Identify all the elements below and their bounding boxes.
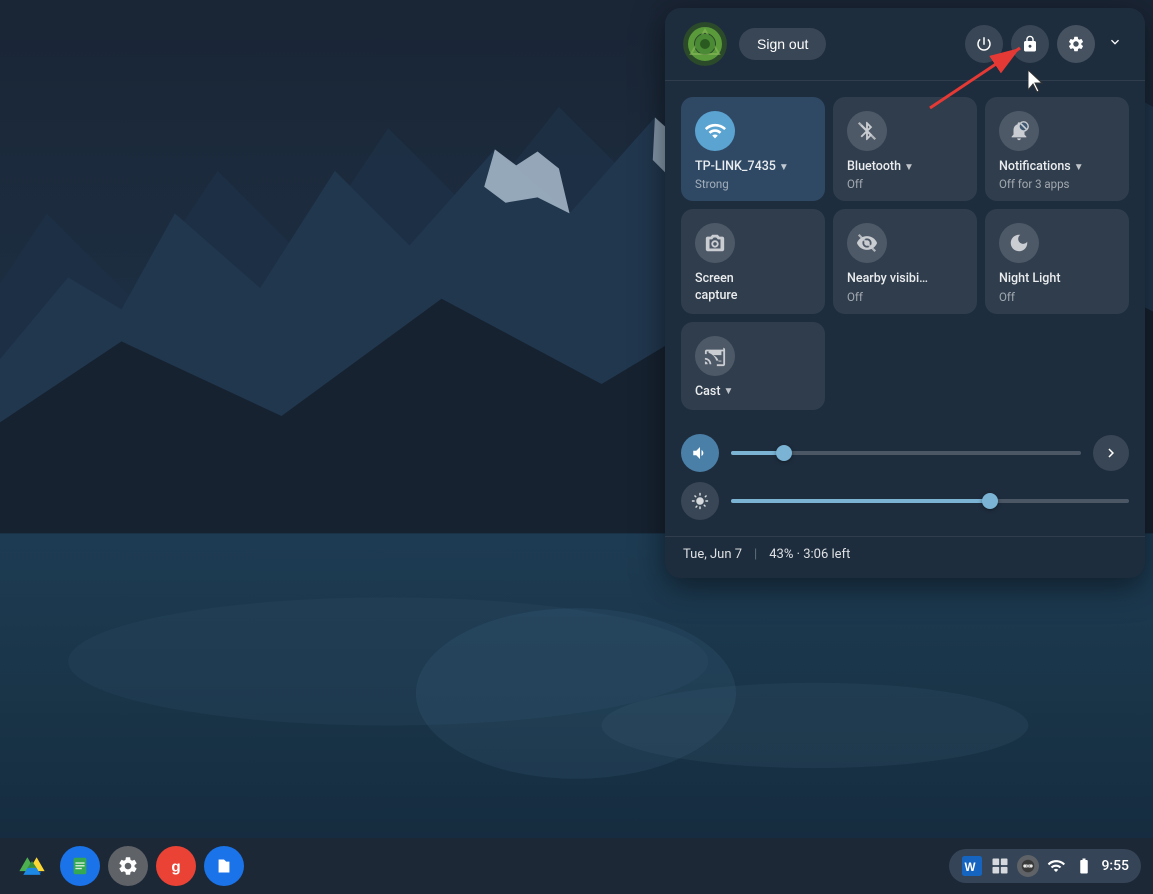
wifi-icon	[695, 111, 735, 151]
taskbar-apps: g	[12, 846, 244, 886]
svg-text:g: g	[171, 858, 180, 875]
screen-capture-icon	[695, 223, 735, 263]
night-light-sublabel: Off	[999, 290, 1015, 304]
avatar	[683, 22, 727, 66]
cast-tile[interactable]: Cast ▼	[681, 322, 825, 410]
night-light-icon	[999, 223, 1039, 263]
tile-placeholder-1	[833, 322, 977, 410]
brightness-fill	[731, 499, 990, 503]
footer-date: Tue, Jun 7	[683, 547, 742, 562]
taskbar-launcher-icon[interactable]	[1017, 855, 1039, 877]
wifi-tile[interactable]: TP-LINK_7435 ▼ Strong	[681, 97, 825, 201]
volume-slider-row	[681, 434, 1129, 472]
notifications-icon	[999, 111, 1039, 151]
volume-button[interactable]	[681, 434, 719, 472]
quick-settings-header: Sign out	[665, 8, 1145, 81]
footer-separator: |	[754, 547, 757, 562]
power-button[interactable]	[965, 25, 1003, 63]
screen-capture-label: Screencapture	[695, 271, 737, 304]
wifi-label: TP-LINK_7435	[695, 159, 776, 175]
bluetooth-sublabel: Off	[847, 177, 863, 191]
footer-battery: 43% · 3:06 left	[769, 547, 850, 562]
taskbar-files[interactable]	[204, 846, 244, 886]
taskbar-switch-icon[interactable]	[989, 855, 1011, 877]
taskbar-right: W	[949, 849, 1141, 883]
brightness-track[interactable]	[731, 499, 1129, 503]
settings-button[interactable]	[1057, 25, 1095, 63]
header-icons	[965, 25, 1127, 63]
brightness-thumb[interactable]	[982, 493, 998, 509]
quick-tiles-grid: TP-LINK_7435 ▼ Strong Bluetooth ▼ Off	[665, 81, 1145, 322]
taskbar-sheets[interactable]	[60, 846, 100, 886]
collapse-button[interactable]	[1103, 30, 1127, 59]
nearby-label: Nearby visibi…	[847, 271, 928, 287]
volume-expand-button[interactable]	[1093, 435, 1129, 471]
cast-label: Cast	[695, 384, 721, 400]
nearby-sublabel: Off	[847, 290, 863, 304]
quick-settings-panel: Sign out	[665, 8, 1145, 578]
taskbar-word-icon[interactable]: W	[961, 855, 983, 877]
brightness-slider-row	[681, 482, 1129, 520]
tile-placeholder-2	[985, 322, 1129, 410]
cast-icon	[695, 336, 735, 376]
screen-capture-tile[interactable]: Screencapture	[681, 209, 825, 314]
taskbar-settings[interactable]	[108, 846, 148, 886]
nearby-tile[interactable]: Nearby visibi… Off	[833, 209, 977, 314]
taskbar-google[interactable]: g	[156, 846, 196, 886]
system-tray: W	[949, 849, 1141, 883]
taskbar-battery-icon	[1073, 855, 1095, 877]
taskbar-google-drive[interactable]	[12, 846, 52, 886]
taskbar-time: 9:55	[1101, 858, 1129, 874]
sliders-section	[665, 426, 1145, 536]
nearby-icon	[847, 223, 887, 263]
notifications-sublabel: Off for 3 apps	[999, 177, 1070, 191]
lock-button[interactable]	[1011, 25, 1049, 63]
quick-settings-footer: Tue, Jun 7 | 43% · 3:06 left	[665, 536, 1145, 578]
taskbar: g W	[0, 838, 1153, 894]
bluetooth-label: Bluetooth	[847, 159, 901, 175]
wifi-sublabel: Strong	[695, 177, 729, 191]
volume-thumb[interactable]	[776, 445, 792, 461]
night-light-label: Night Light	[999, 271, 1061, 287]
notifications-label: Notifications	[999, 159, 1071, 175]
notifications-tile[interactable]: Notifications ▼ Off for 3 apps	[985, 97, 1129, 201]
bluetooth-tile[interactable]: Bluetooth ▼ Off	[833, 97, 977, 201]
volume-track[interactable]	[731, 451, 1081, 455]
night-light-tile[interactable]: Night Light Off	[985, 209, 1129, 314]
sign-out-button[interactable]: Sign out	[739, 28, 826, 60]
svg-text:W: W	[965, 861, 976, 874]
brightness-button[interactable]	[681, 482, 719, 520]
taskbar-wifi-icon	[1045, 855, 1067, 877]
bluetooth-icon	[847, 111, 887, 151]
bottom-tiles: Cast ▼	[665, 322, 1145, 426]
